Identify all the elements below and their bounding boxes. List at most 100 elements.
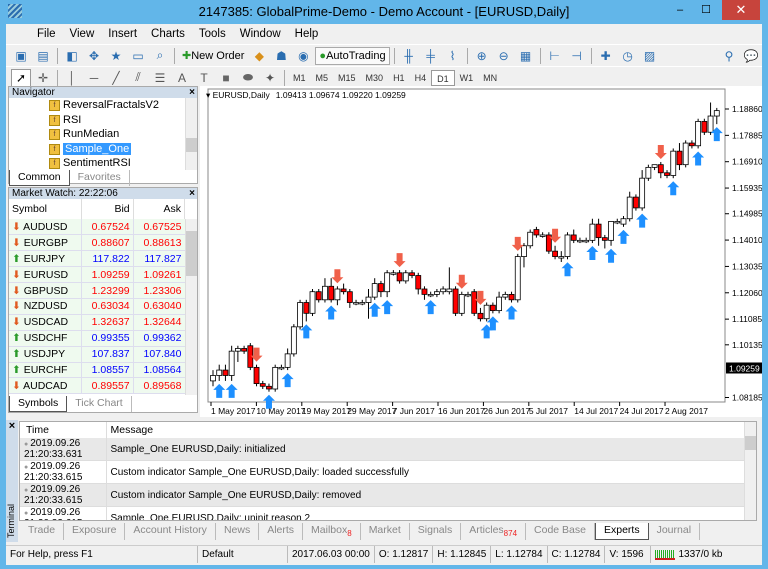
log-row[interactable]: ● 2019.09.26 21:20:33.615 Custom indicato… [20,483,756,507]
col-message[interactable]: Message [106,422,756,438]
bar-chart-icon[interactable]: ╫ [399,47,419,65]
market-row[interactable]: ⬆ USDJPY 107.837 107.840 [9,346,185,363]
tab-market[interactable]: Market [361,523,410,540]
tab-favorites[interactable]: Favorites [70,170,130,186]
market-row[interactable]: ⬇ NZDUSD 0.63034 0.63040 [9,298,185,315]
col-time[interactable]: Time [20,422,107,438]
market-row[interactable]: ⬆ EURCHF 1.08557 1.08564 [9,362,185,379]
close-icon[interactable]: × [189,87,195,98]
crosshair-icon[interactable]: ✛ [33,69,53,87]
mql5-icon[interactable]: ☗ [271,47,291,65]
timeframe-m5[interactable]: M5 [311,70,334,86]
new-chart-icon[interactable]: ▣ [11,47,31,65]
tab-code-base[interactable]: Code Base [526,523,595,540]
tab-symbols[interactable]: Symbols [9,396,68,412]
market-row[interactable]: ⬇ EURGBP 0.88607 0.88613 [9,234,185,252]
chat-icon[interactable]: 💬 [741,47,761,65]
close-icon[interactable]: × [6,420,18,432]
market-row[interactable]: ⬇ AUDCAD 0.89557 0.89568 [9,377,185,395]
zoom-in-icon[interactable]: ⊕ [472,47,492,65]
templates-icon[interactable]: ▨ [640,47,660,65]
equidistant-channel-icon[interactable]: ⫽ [128,69,148,87]
zoom-out-icon[interactable]: ⊖ [494,47,514,65]
strategy-tester-icon[interactable]: ⌕ [150,47,170,65]
terminal-icon[interactable]: ▭ [128,47,148,65]
tab-mailbox[interactable]: Mailbox8 [303,523,361,540]
market-row[interactable]: ⬇ USDCAD 1.32637 1.32644 [9,314,185,331]
tab-signals[interactable]: Signals [410,523,462,540]
tab-experts[interactable]: Experts [594,523,649,540]
market-row[interactable]: ⬆ USDCHF 0.99355 0.99362 [9,330,185,347]
market-watch-scrollbar[interactable] [185,219,197,395]
log-row[interactable]: ● 2019.09.26 21:20:33.615Sample_One EURU… [20,506,756,520]
tab-exposure[interactable]: Exposure [64,523,126,540]
log-row[interactable]: ● 2019.09.26 21:20:33.615 Custom indicato… [20,460,756,484]
metaeditor-icon[interactable]: ◆ [249,47,269,65]
timeframe-h1[interactable]: H1 [388,70,410,86]
line-chart-icon[interactable]: ⌇ [443,47,463,65]
close-button[interactable]: ✕ [722,0,760,20]
timeframe-d1[interactable]: D1 [431,69,455,86]
tab-trade[interactable]: Trade [20,523,65,540]
search-icon[interactable]: ⚲ [719,47,739,65]
menu-view[interactable]: View [63,28,102,40]
menu-charts[interactable]: Charts [144,28,192,40]
tile-windows-icon[interactable]: ▦ [516,47,536,65]
timeframe-m15[interactable]: M15 [333,70,361,86]
tab-journal[interactable]: Journal [649,523,701,540]
periods-icon[interactable]: ◷ [618,47,638,65]
tab-news[interactable]: News [216,523,260,540]
signals-icon[interactable]: ◉ [293,47,313,65]
indicators-icon[interactable]: ✚ [596,47,616,65]
minimize-button[interactable]: – [668,0,692,20]
cursor-icon[interactable]: ➚ [11,68,31,87]
tab-articles[interactable]: Articles874 [461,523,527,540]
timeframe-w1[interactable]: W1 [455,70,479,86]
autoscroll-icon[interactable]: ⊣ [567,47,587,65]
market-row[interactable]: ⬇ EURUSD 1.09259 1.09261 [9,266,185,284]
market-watch-icon[interactable]: ◧ [62,47,82,65]
candlestick-icon[interactable]: ╪ [421,47,441,65]
autotrading-button[interactable]: ● AutoTrading [315,46,390,65]
navigator-item[interactable]: f SentimentRSI [9,156,185,170]
menu-tools[interactable]: Tools [192,28,233,40]
menu-insert[interactable]: Insert [101,28,144,40]
arrows-icon[interactable]: ✦ [260,69,280,87]
tab-common[interactable]: Common [9,170,70,186]
col-bid[interactable]: Bid [81,199,134,219]
market-row[interactable]: ⬇ GBPUSD 1.23299 1.23306 [9,282,185,299]
fibonacci-icon[interactable]: ☰ [150,69,170,87]
maximize-button[interactable]: ☐ [694,0,718,20]
timeframe-m1[interactable]: M1 [288,70,311,86]
price-chart[interactable]: 1.18860 1.17885 1.16910 1.15935 1.14985 1.140… [200,86,762,417]
tab-tick-chart[interactable]: Tick Chart [67,396,132,412]
navigator-item[interactable]: f RunMedian [9,127,185,142]
market-row[interactable]: ⬇ AUDUSD 0.67524 0.67525 [9,219,185,236]
navigator-item[interactable]: f RSI [9,113,185,128]
navigator-icon[interactable]: ★ [106,47,126,65]
ellipse-icon[interactable]: ⬬ [238,69,258,87]
data-window-icon[interactable]: ✥ [84,47,104,65]
col-ask[interactable]: Ask [133,199,186,219]
navigator-item[interactable]: f ReversalFractalsV2 [9,98,185,113]
text-label-icon[interactable]: T [194,69,214,87]
close-icon[interactable]: × [189,188,195,199]
horizontal-line-icon[interactable]: ─ [84,69,104,87]
vertical-line-icon[interactable]: │ [62,69,82,87]
new-order-button[interactable]: ✚ New Order [179,47,247,65]
menu-file[interactable]: File [30,28,63,40]
navigator-item[interactable]: f Sample_One [9,142,185,157]
trendline-icon[interactable]: ╱ [106,69,126,87]
col-symbol[interactable]: Symbol [9,199,82,219]
chart-shift-icon[interactable]: ⊢ [545,47,565,65]
terminal-scrollbar[interactable] [744,422,756,520]
profiles-icon[interactable]: ▤ [33,47,53,65]
tab-alerts[interactable]: Alerts [259,523,304,540]
log-row[interactable]: ● 2019.09.26 21:20:33.631 Sample_One EURU… [20,438,756,461]
menu-window[interactable]: Window [233,28,288,40]
navigator-scrollbar[interactable] [185,98,197,170]
tab-account-history[interactable]: Account History [125,523,216,540]
market-row[interactable]: ⬆ EURJPY 117.822 117.827 [9,250,185,268]
timeframe-m30[interactable]: M30 [361,70,389,86]
text-icon[interactable]: A [172,69,192,87]
